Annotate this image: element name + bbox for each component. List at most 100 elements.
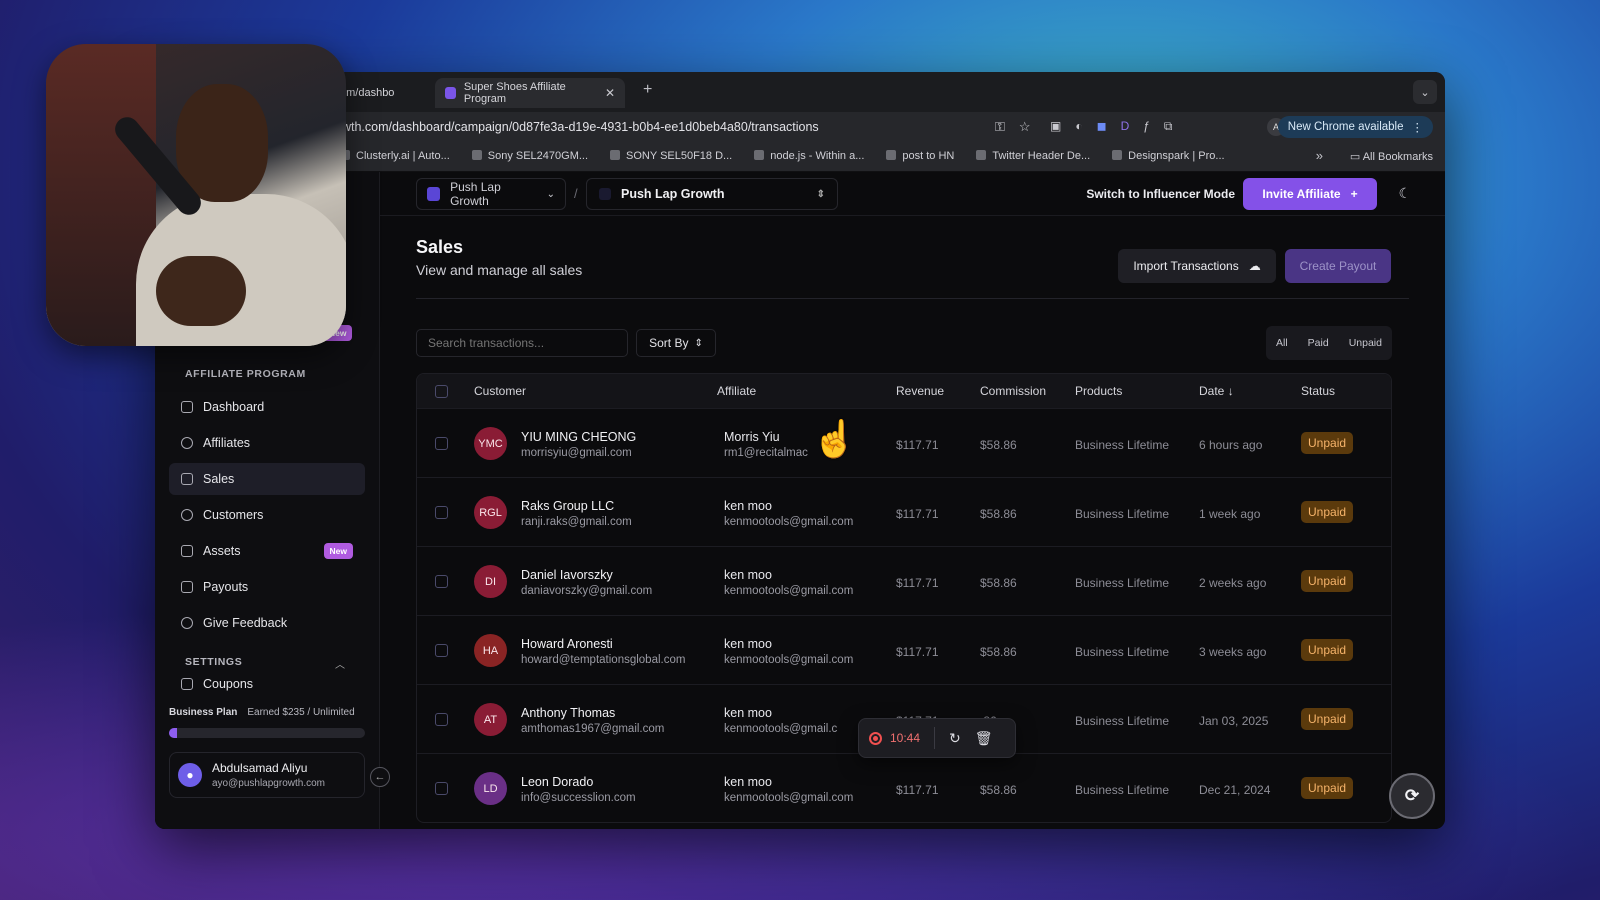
bookmark-item[interactable]: node.js - Within a... — [754, 150, 864, 162]
help-widget-button[interactable]: ⟳ — [1389, 773, 1435, 819]
url-text[interactable]: owth.com/dashboard/campaign/0d87fe3a-d19… — [335, 120, 819, 134]
customer-email: morrisyiu@gmail.com — [521, 447, 632, 459]
affiliate-email: kenmootools@gmail.com — [724, 585, 854, 597]
bookmark-star-icon[interactable]: ☆ — [1019, 119, 1031, 135]
table-row[interactable]: HA Howard Aronesti howard@temptationsglo… — [417, 615, 1391, 684]
row-checkbox[interactable] — [435, 713, 448, 726]
date-cell: 6 hours ago — [1199, 438, 1263, 452]
record-time: 10:44 — [890, 731, 921, 745]
affiliate-name: ken moo — [724, 637, 772, 651]
plan-usage: Business Plan Earned $235 / Unlimited — [169, 707, 365, 738]
commission-cell: $58.86 — [980, 438, 1017, 452]
address-bar[interactable]: owth.com/dashboard/campaign/0d87fe3a-d19… — [155, 112, 1445, 142]
sidebar-item-give-feedback[interactable]: Give Feedback — [169, 607, 365, 639]
tab-super-shoes[interactable]: Super Shoes Affiliate Program ✕ — [435, 78, 625, 108]
restart-icon[interactable]: ↻ — [949, 730, 961, 747]
folder-icon — [181, 545, 193, 557]
new-chrome-label: New Chrome available — [1287, 121, 1404, 133]
tab-search-chevron-icon[interactable]: ⌄ — [1413, 80, 1437, 104]
table-row[interactable]: DI Daniel Iavorszky daniavorszky@gmail.c… — [417, 546, 1391, 615]
more-bookmarks-icon[interactable]: » — [1316, 148, 1323, 163]
sidebar-item-affiliates[interactable]: Affiliates — [169, 427, 365, 459]
record-stop-icon[interactable] — [869, 731, 882, 745]
campaign-name: Push Lap Growth — [621, 187, 725, 201]
row-checkbox[interactable] — [435, 644, 448, 657]
bookmark-item[interactable]: SONY SEL50F18 D... — [610, 150, 732, 162]
new-badge: New — [323, 543, 353, 559]
campaign-selector[interactable]: Push Lap Growth ⇕ — [586, 178, 838, 210]
date-cell: 2 weeks ago — [1199, 576, 1267, 590]
coupon-icon — [181, 678, 193, 690]
table-row[interactable]: LD Leon Dorado info@successlion.com ken … — [417, 753, 1391, 822]
extension-d-icon[interactable]: D — [1121, 119, 1130, 134]
team-selector[interactable]: Push Lap Growth ⌄ — [416, 178, 566, 210]
bookmark-item[interactable]: Twitter Header De... — [976, 150, 1090, 162]
customer-email: info@successlion.com — [521, 792, 636, 804]
extension-swirl-icon[interactable]: ◐ — [1075, 119, 1082, 134]
customer-email: howard@temptationsglobal.com — [521, 654, 686, 666]
chevron-up-icon[interactable]: ︿ — [335, 656, 345, 671]
table-body: YMC YIU MING CHEONG morrisyiu@gmail.com … — [417, 408, 1391, 822]
table-row[interactable]: RGL Raks Group LLC ranji.raks@gmail.com … — [417, 477, 1391, 546]
favicon-icon — [445, 87, 456, 99]
table-row[interactable]: YMC YIU MING CHEONG morrisyiu@gmail.com … — [417, 408, 1391, 477]
affiliate-email: kenmootools@gmail.com — [724, 654, 854, 666]
bookmark-item[interactable]: Designspark | Pro... — [1112, 150, 1224, 162]
customer-avatar: YMC — [474, 427, 507, 460]
extensions-puzzle-icon[interactable]: ⧉ — [1164, 119, 1173, 134]
sidebar-item-sales[interactable]: Sales — [169, 463, 365, 495]
browser-window: om/dashbo ✕ Super Shoes Affiliate Progra… — [155, 72, 1445, 829]
filter-paid[interactable]: Paid — [1308, 337, 1329, 349]
sidebar-item-assets[interactable]: Assets New — [169, 535, 365, 567]
bookmark-item[interactable]: Sony SEL2470GM... — [472, 150, 588, 162]
invite-label: Invite Affiliate — [1262, 187, 1341, 201]
extension-cast-icon[interactable]: ▣ — [1050, 119, 1061, 134]
invite-affiliate-button[interactable]: Invite Affiliate + — [1243, 178, 1377, 210]
filter-unpaid[interactable]: Unpaid — [1349, 337, 1382, 349]
bookmark-item[interactable]: Clusterly.ai | Auto... — [340, 150, 450, 162]
sidebar-item-dashboard[interactable]: Dashboard — [169, 391, 365, 423]
customer-name: Raks Group LLC — [521, 499, 615, 513]
row-checkbox[interactable] — [435, 782, 448, 795]
extension-e-icon[interactable]: ◼ — [1097, 119, 1107, 134]
tab-strip: om/dashbo ✕ Super Shoes Affiliate Progra… — [155, 72, 1445, 112]
close-tab-icon[interactable]: ✕ — [605, 86, 615, 100]
status-badge: Unpaid — [1301, 570, 1354, 592]
new-tab-icon[interactable]: + — [643, 81, 652, 99]
status-badge: Unpaid — [1301, 432, 1354, 454]
select-all-checkbox[interactable] — [435, 385, 448, 398]
row-checkbox[interactable] — [435, 506, 448, 519]
sidebar-item-customers[interactable]: Customers — [169, 499, 365, 531]
header-revenue[interactable]: Revenue — [896, 384, 944, 398]
switch-influencer-mode[interactable]: Switch to Influencer Mode — [1086, 187, 1235, 201]
dark-mode-moon-icon[interactable]: ☾ — [1398, 185, 1411, 202]
status-badge: Unpaid — [1301, 501, 1354, 523]
filter-all[interactable]: All — [1276, 337, 1288, 349]
team-logo-icon — [427, 187, 441, 201]
all-bookmarks[interactable]: ▭ All Bookmarks — [1350, 150, 1433, 163]
grid-icon — [181, 401, 193, 413]
row-checkbox[interactable] — [435, 437, 448, 450]
row-checkbox[interactable] — [435, 575, 448, 588]
sidebar-item-payouts[interactable]: Payouts — [169, 571, 365, 603]
user-menu[interactable]: ● Abdulsamad Aliyu ayo@pushlapgrowth.com — [169, 752, 365, 798]
create-payout-button[interactable]: Create Payout — [1285, 249, 1391, 283]
header-date[interactable]: Date ↓ — [1199, 384, 1234, 398]
search-input[interactable] — [416, 329, 628, 357]
new-chrome-button[interactable]: New Chrome available ⋮ — [1277, 116, 1433, 138]
revenue-cell: $117.71 — [896, 438, 939, 452]
sort-label: Sort By — [649, 336, 689, 350]
password-key-icon[interactable]: ⚿ — [995, 119, 1005, 135]
date-cell: 3 weeks ago — [1199, 645, 1267, 659]
trash-icon[interactable]: 🗑 — [975, 730, 993, 747]
sidebar-item-coupons[interactable]: Coupons — [169, 678, 365, 692]
import-transactions-button[interactable]: Import Transactions ☁ — [1118, 249, 1276, 283]
all-bookmarks-label: All Bookmarks — [1362, 151, 1433, 163]
header-commission[interactable]: Commission — [980, 384, 1046, 398]
sort-by-button[interactable]: Sort By ⇕ — [636, 329, 716, 357]
revenue-cell: $117.71 — [896, 645, 939, 659]
webcam-person-hand — [156, 256, 246, 326]
bookmark-item[interactable]: post to HN — [886, 150, 954, 162]
extension-fx-icon[interactable]: ƒ — [1143, 119, 1150, 134]
import-label: Import Transactions — [1133, 259, 1239, 273]
